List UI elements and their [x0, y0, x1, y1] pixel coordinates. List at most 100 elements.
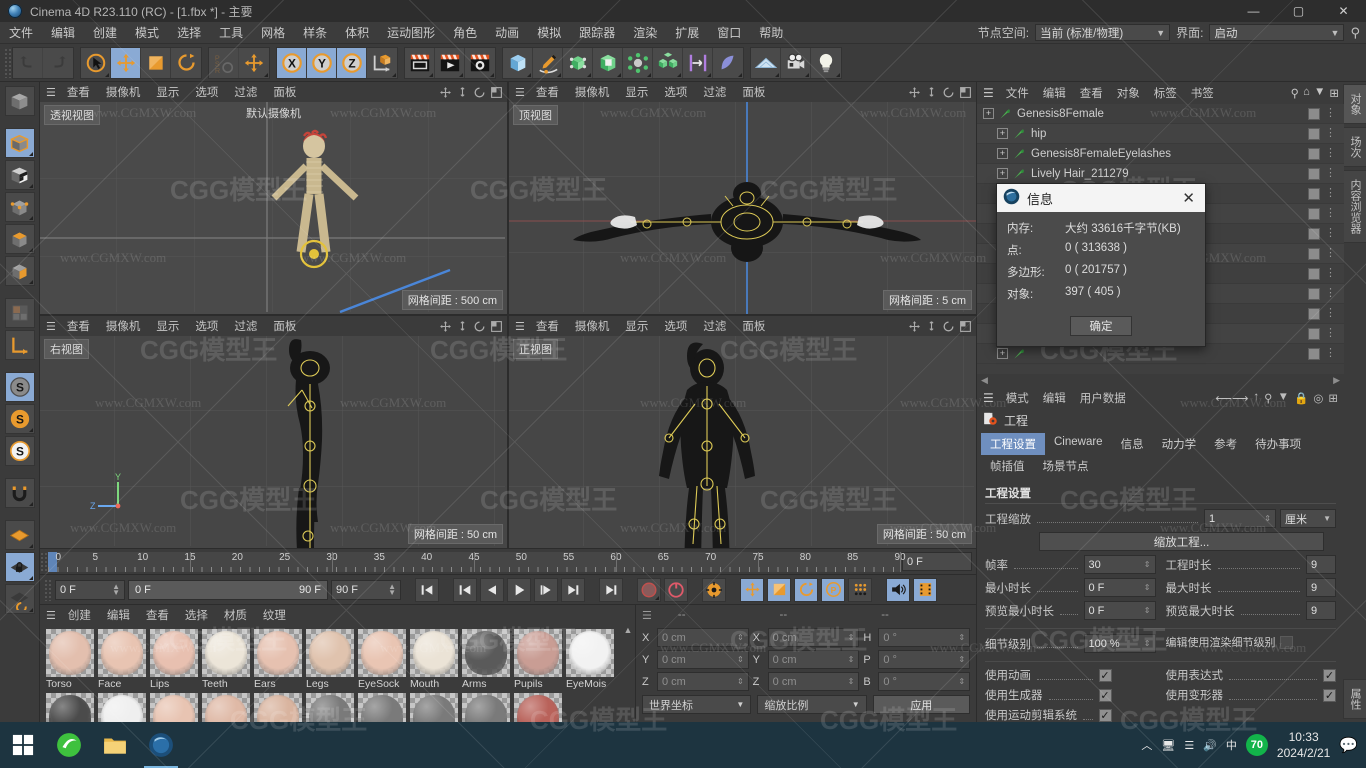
editable-object-button[interactable] — [4, 86, 35, 116]
attr-menu-userdata[interactable]: 用户数据 — [1073, 390, 1133, 406]
psr-button[interactable]: PSR — [209, 47, 239, 78]
object-tag-icon[interactable] — [1308, 187, 1320, 200]
search-icon[interactable]: ⚲ — [1350, 25, 1360, 41]
material-preview[interactable] — [202, 693, 250, 722]
zoom-icon[interactable] — [455, 319, 470, 334]
viewport-perspective-canvas[interactable]: Y X Z 透视视图 默认摄像机 网格间距 : 500 cm — [40, 102, 507, 314]
material-item[interactable] — [98, 693, 147, 722]
goto-start-button[interactable] — [415, 577, 439, 602]
material-preview[interactable] — [514, 629, 562, 677]
coordinate-mode-select[interactable]: 缩放比例 ▼ — [757, 695, 867, 714]
mat-menu-edit[interactable]: 编辑 — [99, 607, 138, 623]
object-tree-row[interactable]: + Genesis8FemaleEyelashes ⋮ — [977, 144, 1344, 164]
camera-object-button[interactable] — [781, 47, 811, 78]
start-button[interactable] — [0, 722, 46, 768]
coord-input-b[interactable]: 0 ° ⇕ — [878, 672, 971, 691]
material-preview[interactable] — [46, 629, 94, 677]
menu-tracker[interactable]: 跟踪器 — [570, 22, 624, 44]
stepper-icon[interactable]: ⇕ — [848, 633, 855, 642]
material-item[interactable]: Teeth — [202, 629, 251, 690]
minimize-button[interactable]: — — [1231, 0, 1276, 22]
visibility-dots-icon[interactable]: ⋮ — [1325, 168, 1336, 179]
viewport-perspective[interactable]: ☰ 查看 摄像机 显示 选项 过滤 面板 透视视图 默认摄像机 网格间距: 5… — [40, 82, 507, 314]
material-item[interactable]: Legs — [306, 629, 355, 690]
info-dialog[interactable]: 信息 ✕ 内存: 大约 33616千字节(KB) 点: 0 ( 313638 )… — [996, 183, 1206, 347]
timeline-ruler-bar[interactable]: 051015202530354045505560657075808590 0 F — [40, 548, 976, 574]
menu-volume[interactable]: 体积 — [336, 22, 378, 44]
coord-input-pz[interactable]: 0 cm ⇕ — [657, 672, 749, 691]
key-position-button[interactable] — [740, 577, 764, 602]
vp-menu-options[interactable]: 选项 — [656, 84, 695, 100]
magnet-tool-button[interactable] — [4, 478, 35, 508]
obj-menu-view[interactable]: 查看 — [1073, 85, 1110, 101]
stepper-icon[interactable]: ⇕ — [1144, 606, 1151, 615]
step-forward-button[interactable] — [534, 577, 558, 602]
pan-icon[interactable] — [438, 85, 453, 100]
filter-icon[interactable]: ▼ — [1314, 86, 1325, 100]
material-item[interactable] — [46, 693, 95, 722]
tab-todo[interactable]: 待办事项 — [1246, 433, 1310, 455]
expand-icon[interactable]: + — [997, 168, 1008, 179]
preview-range-bar[interactable]: 0 F 90 F — [128, 579, 328, 600]
splitter-left-arrow-icon[interactable]: ◀ — [981, 375, 988, 386]
fps-input[interactable]: 30 ⇕ — [1083, 555, 1156, 574]
vp-menu-view[interactable]: 查看 — [528, 318, 567, 334]
vp-menu-display[interactable]: 显示 — [617, 318, 656, 334]
object-tag-icon[interactable] — [1308, 247, 1320, 260]
material-preview[interactable] — [462, 693, 510, 722]
vp-menu-panel[interactable]: 面板 — [734, 318, 773, 334]
vp-menu-camera[interactable]: 摄像机 — [98, 84, 149, 100]
zoom-icon[interactable] — [455, 85, 470, 100]
undo-button[interactable] — [13, 47, 43, 78]
obj-menu-edit[interactable]: 编辑 — [1036, 85, 1073, 101]
keyframe-settings-button[interactable] — [702, 577, 726, 602]
menu-select[interactable]: 选择 — [168, 22, 210, 44]
object-tag-icon[interactable] — [1308, 307, 1320, 320]
material-item[interactable] — [462, 693, 511, 722]
rotate-icon[interactable] — [472, 85, 487, 100]
target-icon[interactable]: ◎ — [1313, 391, 1323, 405]
object-tree-row[interactable]: +⋮ — [977, 344, 1344, 364]
visibility-dots-icon[interactable]: ⋮ — [1325, 268, 1336, 279]
material-preview[interactable] — [358, 693, 406, 722]
material-item[interactable] — [358, 693, 407, 722]
maximize-viewport-icon[interactable] — [958, 319, 973, 334]
panel-splitter[interactable]: ◀ ▶ — [977, 374, 1344, 387]
material-preview[interactable] — [410, 629, 458, 677]
material-item[interactable]: Mouth — [410, 629, 459, 690]
use-animation-checkbox[interactable]: ✓ — [1098, 668, 1112, 682]
lock-y-axis-button[interactable]: Y — [307, 47, 337, 78]
world-axis-button[interactable] — [4, 330, 35, 360]
field-button[interactable] — [713, 47, 743, 78]
texture-mode-button[interactable] — [4, 160, 35, 190]
use-expression-checkbox[interactable]: ✓ — [1323, 668, 1336, 682]
object-tag-icon[interactable] — [1308, 287, 1320, 300]
lod-input[interactable]: 100 % ⇕ — [1083, 634, 1156, 653]
maximize-viewport-icon[interactable] — [489, 319, 504, 334]
menu-create[interactable]: 创建 — [84, 22, 126, 44]
vp-menu-panel[interactable]: 面板 — [734, 84, 773, 100]
pan-icon[interactable] — [907, 319, 922, 334]
tray-volume-icon[interactable]: 🔊 — [1203, 739, 1217, 752]
notification-icon[interactable]: 💬 — [1339, 736, 1358, 754]
key-scale-button[interactable] — [767, 577, 791, 602]
object-tag-icon[interactable] — [1308, 107, 1320, 120]
nurbs-generator-button[interactable] — [563, 47, 593, 78]
tab-reference[interactable]: 参考 — [1205, 433, 1246, 455]
tray-display-icon[interactable]: 🖥 — [1161, 739, 1175, 752]
snap-settings-button[interactable]: S — [4, 404, 35, 434]
vp-menu-options[interactable]: 选项 — [187, 84, 226, 100]
tray-chevron-icon[interactable]: ︿ — [1141, 737, 1152, 753]
expand-icon[interactable]: + — [997, 128, 1008, 139]
zoom-icon[interactable] — [924, 85, 939, 100]
stepper-icon[interactable]: ⇕ — [1144, 639, 1151, 648]
lock-icon[interactable]: 🔒 — [1294, 391, 1308, 405]
mat-menu-view[interactable]: 查看 — [138, 607, 177, 623]
visibility-dots-icon[interactable]: ⋮ — [1325, 248, 1336, 259]
project-scale-unit-select[interactable]: 厘米 ▼ — [1280, 509, 1336, 528]
visibility-dots-icon[interactable]: ⋮ — [1325, 208, 1336, 219]
vp-menu-filter[interactable]: 过滤 — [695, 84, 734, 100]
stepper-icon[interactable]: ⇕ — [1264, 514, 1271, 523]
material-preview[interactable] — [306, 629, 354, 677]
prev-keyframe-button[interactable] — [453, 577, 477, 602]
